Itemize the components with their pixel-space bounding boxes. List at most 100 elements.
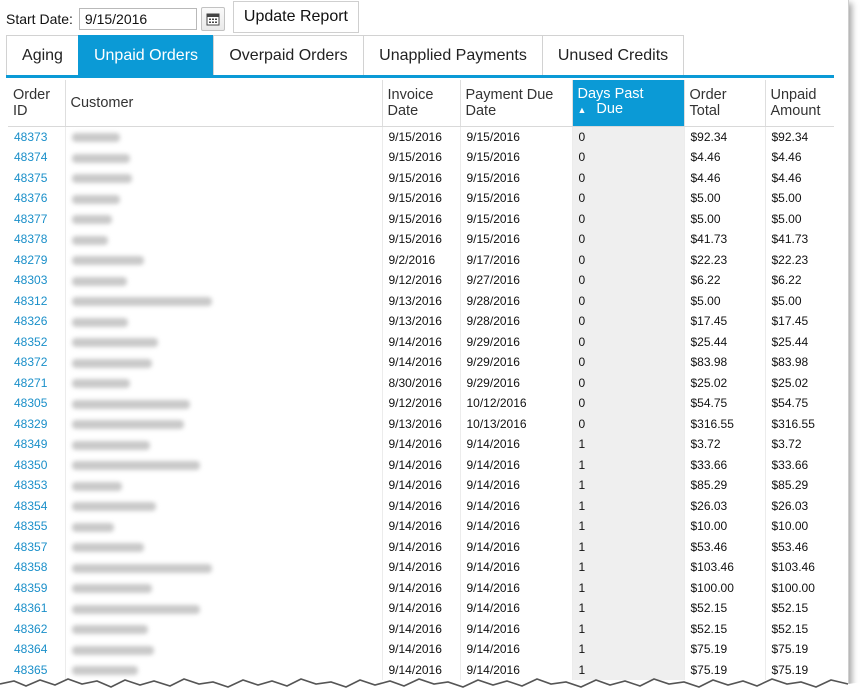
table-row[interactable]: 48362 9/14/2016 9/14/2016 1 $52.15 $52.15 <box>8 618 834 640</box>
table-row[interactable]: 48349 9/14/2016 9/14/2016 1 $3.72 $3.72 <box>8 434 834 455</box>
blurred-customer-name <box>71 174 132 184</box>
customer-name-redacted <box>64 639 382 660</box>
order-total-cell: $53.46 <box>683 536 765 557</box>
order-id-link[interactable]: 48376 <box>8 188 65 209</box>
days-past-due-cell: 0 <box>571 270 684 291</box>
order-id-link[interactable]: 48362 <box>8 619 65 640</box>
table-row[interactable]: 48374 9/15/2016 9/15/2016 0 $4.46 $4.46 <box>8 147 834 168</box>
order-id-link[interactable]: 48358 <box>8 557 65 578</box>
col-header-order-total[interactable]: Order Total <box>683 80 765 127</box>
tab-unapplied-payments[interactable]: Unapplied Payments <box>363 35 543 75</box>
table-row[interactable]: 48271 8/30/2016 9/29/2016 0 $25.02 $25.02 <box>8 372 834 394</box>
order-id-link[interactable]: 48373 <box>8 126 65 147</box>
start-date-input[interactable] <box>78 8 197 30</box>
days-past-due-cell: 1 <box>571 598 684 619</box>
order-id-link[interactable]: 48326 <box>8 311 65 332</box>
payment-due-date-cell: 9/15/2016 <box>459 126 572 147</box>
invoice-date-cell: 9/14/2016 <box>381 598 460 619</box>
table-row[interactable]: 48355 9/14/2016 9/14/2016 1 $10.00 $10.00 <box>8 516 834 537</box>
order-id-link[interactable]: 48353 <box>8 475 65 496</box>
order-id-link[interactable]: 48271 <box>8 373 65 394</box>
order-id-link[interactable]: 48312 <box>8 291 65 312</box>
table-row[interactable]: 48375 9/15/2016 9/15/2016 0 $4.46 $4.46 <box>8 167 834 189</box>
tab-unused-credits[interactable]: Unused Credits <box>542 35 684 75</box>
order-id-link[interactable]: 48374 <box>8 147 65 168</box>
table-row[interactable]: 48378 9/15/2016 9/15/2016 0 $41.73 $41.73 <box>8 229 834 250</box>
table-row[interactable]: 48358 9/14/2016 9/14/2016 1 $103.46 $103.46 <box>8 557 834 578</box>
order-id-link[interactable]: 48372 <box>8 352 65 373</box>
col-header-payment-due-date[interactable]: Payment Due Date <box>459 80 572 127</box>
table-row[interactable]: 48361 9/14/2016 9/14/2016 1 $52.15 $52.15 <box>8 598 834 619</box>
order-id-link[interactable]: 48303 <box>8 270 65 291</box>
unpaid-amount-cell: $316.55 <box>764 413 834 434</box>
col-header-invoice-date[interactable]: Invoice Date <box>381 80 460 127</box>
order-total-cell: $52.15 <box>683 618 765 639</box>
col-label: Invoice <box>387 86 434 103</box>
order-id-link[interactable]: 48357 <box>8 537 65 558</box>
tab-aging[interactable]: Aging <box>6 35 79 75</box>
order-id-link[interactable]: 48378 <box>8 229 65 250</box>
table-row[interactable]: 48357 9/14/2016 9/14/2016 1 $53.46 $53.46 <box>8 536 834 558</box>
blurred-customer-name <box>71 666 138 676</box>
order-id-link[interactable]: 48355 <box>8 516 65 537</box>
table-row[interactable]: 48372 9/14/2016 9/29/2016 0 $83.98 $83.98 <box>8 352 834 373</box>
table-row[interactable]: 48312 9/13/2016 9/28/2016 0 $5.00 $5.00 <box>8 290 834 312</box>
table-row[interactable]: 48353 9/14/2016 9/14/2016 1 $85.29 $85.29 <box>8 475 834 496</box>
invoice-date-cell: 9/12/2016 <box>381 270 460 291</box>
blurred-customer-name <box>71 256 144 266</box>
update-report-button[interactable]: Update Report <box>232 1 359 33</box>
blurred-customer-name <box>71 502 156 512</box>
order-total-cell: $85.29 <box>683 475 765 496</box>
order-id-link[interactable]: 48329 <box>8 414 65 435</box>
table-row[interactable]: 48352 9/14/2016 9/29/2016 0 $25.44 $25.44 <box>8 331 834 353</box>
col-header-days-past-due[interactable]: Days Past ▲ Due <box>571 80 684 127</box>
blurred-customer-name <box>71 338 158 348</box>
order-id-link[interactable]: 48350 <box>8 455 65 476</box>
order-total-cell: $22.23 <box>683 249 765 270</box>
order-total-cell: $10.00 <box>683 516 765 537</box>
invoice-date-cell: 9/14/2016 <box>381 557 460 578</box>
order-id-link[interactable]: 48352 <box>8 332 65 353</box>
table-row[interactable]: 48326 9/13/2016 9/28/2016 0 $17.45 $17.45 <box>8 311 834 332</box>
col-header-unpaid-amount[interactable]: Unpaid Amount <box>764 80 834 127</box>
table-row[interactable]: 48305 9/12/2016 10/12/2016 0 $54.75 $54.75 <box>8 393 834 414</box>
order-id-link[interactable]: 48359 <box>8 578 65 599</box>
table-row[interactable]: 48364 9/14/2016 9/14/2016 1 $75.19 $75.19 <box>8 639 834 660</box>
table-row[interactable]: 48376 9/15/2016 9/15/2016 0 $5.00 $5.00 <box>8 188 834 209</box>
table-row[interactable]: 48354 9/14/2016 9/14/2016 1 $26.03 $26.03 <box>8 495 834 517</box>
col-label: Unpaid <box>770 86 817 103</box>
col-header-customer[interactable]: Customer <box>64 80 382 127</box>
order-total-cell: $92.34 <box>683 126 765 147</box>
invoice-date-cell: 9/13/2016 <box>381 290 460 311</box>
table-row[interactable]: 48377 9/15/2016 9/15/2016 0 $5.00 $5.00 <box>8 208 834 230</box>
blurred-customer-name <box>71 420 184 430</box>
order-id-link[interactable]: 48375 <box>8 168 65 189</box>
table-row[interactable]: 48303 9/12/2016 9/27/2016 0 $6.22 $6.22 <box>8 270 834 291</box>
table-row[interactable]: 48373 9/15/2016 9/15/2016 0 $92.34 $92.34 <box>8 126 834 147</box>
order-id-link[interactable]: 48279 <box>8 250 65 271</box>
order-id-link[interactable]: 48349 <box>8 434 65 455</box>
payment-due-date-cell: 9/14/2016 <box>459 577 572 598</box>
blurred-customer-name <box>71 276 127 286</box>
tab-unpaid-orders[interactable]: Unpaid Orders <box>78 35 214 75</box>
blurred-customer-name <box>71 133 120 143</box>
blurred-customer-name <box>71 153 130 163</box>
tab-overpaid-orders[interactable]: Overpaid Orders <box>213 35 364 75</box>
blurred-customer-name <box>71 215 112 225</box>
payment-due-date-cell: 9/29/2016 <box>459 331 572 352</box>
invoice-date-cell: 9/14/2016 <box>381 536 460 557</box>
col-header-order-id[interactable]: Order ID <box>8 80 65 127</box>
table-row[interactable]: 48279 9/2/2016 9/17/2016 0 $22.23 $22.23 <box>8 249 834 271</box>
table-row[interactable]: 48359 9/14/2016 9/14/2016 1 $100.00 $100.00 <box>8 577 834 599</box>
order-id-link[interactable]: 48377 <box>8 209 65 230</box>
customer-name-redacted <box>64 536 382 557</box>
table-row[interactable]: 48329 9/13/2016 10/13/2016 0 $316.55 $316.55 <box>8 413 834 435</box>
order-id-link[interactable]: 48361 <box>8 598 65 619</box>
calendar-icon[interactable] <box>200 7 225 31</box>
table-row[interactable]: 48350 9/14/2016 9/14/2016 1 $33.66 $33.66 <box>8 454 834 476</box>
order-total-cell: $54.75 <box>683 393 765 414</box>
order-total-cell: $6.22 <box>683 270 765 291</box>
order-id-link[interactable]: 48354 <box>8 496 65 517</box>
order-id-link[interactable]: 48364 <box>8 639 65 660</box>
order-id-link[interactable]: 48305 <box>8 393 65 414</box>
